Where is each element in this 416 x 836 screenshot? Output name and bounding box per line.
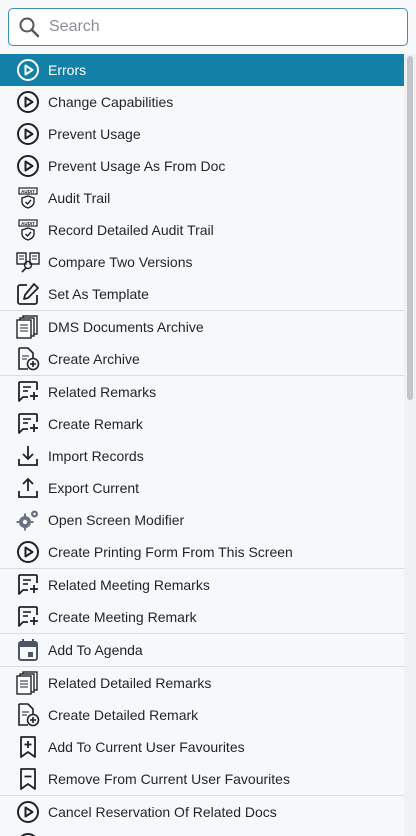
menu-item-label: Set As Template [48, 286, 149, 302]
menu-item-label: Record Detailed Audit Trail [48, 222, 214, 238]
menu-item-label: Create Archive [48, 351, 140, 367]
menu-item-label: Create Printing Form From This Screen [48, 544, 293, 560]
scrollbar-thumb[interactable] [407, 56, 413, 400]
menu-item-label: DMS Documents Archive [48, 319, 204, 335]
menu-item-related-detailed-remarks[interactable]: Related Detailed Remarks [0, 666, 404, 699]
play-circle-icon [14, 88, 42, 116]
audit-icon: AUDIT [14, 216, 42, 244]
menu-item-label: Remove From Current User Favourites [48, 771, 290, 787]
menu-item-item-24[interactable] [0, 828, 404, 836]
menu-item-label: Related Meeting Remarks [48, 577, 210, 593]
menu-item-add-to-current-user-favourites[interactable]: Add To Current User Favourites [0, 731, 404, 763]
remark-icon [14, 378, 42, 406]
remark-add-icon [14, 603, 42, 631]
menu-item-label: Related Remarks [48, 384, 157, 400]
search-box[interactable] [8, 8, 408, 46]
compare-icon [14, 248, 42, 276]
import-icon [14, 442, 42, 470]
menu-item-label: Compare Two Versions [48, 254, 193, 270]
search-input[interactable] [49, 18, 389, 36]
menu-item-label: Prevent Usage [48, 126, 141, 142]
menu-item-add-to-agenda[interactable]: Add To Agenda [0, 633, 404, 666]
documents-stack-icon [14, 669, 42, 697]
menu-item-export-current[interactable]: Export Current [0, 472, 404, 504]
edit-icon [14, 280, 42, 308]
document-add-icon [14, 345, 42, 373]
menu-item-audit-trail[interactable]: AUDIT Audit Trail [0, 182, 404, 214]
play-circle-icon [14, 152, 42, 180]
play-circle-icon [14, 120, 42, 148]
menu-item-record-detailed-audit-trail[interactable]: AUDIT Record Detailed Audit Trail [0, 214, 404, 246]
menu-item-create-detailed-remark[interactable]: Create Detailed Remark [0, 699, 404, 731]
menu-item-prevent-usage[interactable]: Prevent Usage [0, 118, 404, 150]
menu-item-label: Audit Trail [48, 190, 111, 206]
menu-item-label: Change Capabilities [48, 94, 174, 110]
menu-item-compare-two-versions[interactable]: Compare Two Versions [0, 246, 404, 278]
menu-item-remove-from-current-user-favourites[interactable]: Remove From Current User Favourites [0, 763, 404, 795]
menu-item-label: Add To Current User Favourites [48, 739, 245, 755]
document-add-icon [14, 701, 42, 729]
menu-item-cancel-reservation-of-related-docs[interactable]: Cancel Reservation Of Related Docs [0, 795, 404, 828]
menu-item-related-remarks[interactable]: Related Remarks [0, 375, 404, 408]
play-circle-icon [14, 56, 42, 84]
menu-item-label: Add To Agenda [48, 642, 143, 658]
menu-item-label: Import Records [48, 448, 144, 464]
search-icon [9, 9, 49, 45]
documents-stack-icon [14, 313, 42, 341]
play-circle-icon [14, 830, 42, 836]
svg-text:AUDIT: AUDIT [21, 221, 35, 226]
bookmark-icon [14, 765, 42, 793]
export-icon [14, 474, 42, 502]
audit-icon: AUDIT [14, 184, 42, 212]
remark-add-icon [14, 410, 42, 438]
actions-menu: Errors Change Capabilities Prevent Usage Pr… [0, 54, 404, 836]
play-circle-icon [14, 538, 42, 566]
menu-item-label: Prevent Usage As From Doc [48, 158, 226, 174]
gears-icon [14, 506, 42, 534]
menu-item-prevent-usage-as-from-doc[interactable]: Prevent Usage As From Doc [0, 150, 404, 182]
menu-item-create-printing-form-from-this-screen[interactable]: Create Printing Form From This Screen [0, 536, 404, 568]
menu-item-create-remark[interactable]: Create Remark [0, 408, 404, 440]
scrollbar[interactable] [404, 54, 416, 836]
menu-item-errors[interactable]: Errors [0, 54, 404, 86]
calendar-icon [14, 636, 42, 664]
menu-item-import-records[interactable]: Import Records [0, 440, 404, 472]
play-circle-icon [14, 798, 42, 826]
menu-item-open-screen-modifier[interactable]: Open Screen Modifier [0, 504, 404, 536]
menu-item-related-meeting-remarks[interactable]: Related Meeting Remarks [0, 568, 404, 601]
menu-item-label: Create Meeting Remark [48, 609, 197, 625]
menu-item-label: Errors [48, 62, 87, 78]
menu-item-set-as-template[interactable]: Set As Template [0, 278, 404, 310]
bookmark-add-icon [14, 733, 42, 761]
menu-item-create-meeting-remark[interactable]: Create Meeting Remark [0, 601, 404, 633]
menu-item-create-archive[interactable]: Create Archive [0, 343, 404, 375]
menu-item-label: Cancel Reservation Of Related Docs [48, 804, 277, 820]
menu-item-label: Create Remark [48, 416, 143, 432]
menu-item-label: Open Screen Modifier [48, 512, 185, 528]
svg-text:AUDIT: AUDIT [21, 189, 35, 194]
menu-item-change-capabilities[interactable]: Change Capabilities [0, 86, 404, 118]
menu-item-label: Create Detailed Remark [48, 707, 199, 723]
menu-item-dms-documents-archive[interactable]: DMS Documents Archive [0, 310, 404, 343]
menu-item-label: Related Detailed Remarks [48, 675, 212, 691]
menu-item-label: Export Current [48, 480, 140, 496]
remark-icon [14, 571, 42, 599]
